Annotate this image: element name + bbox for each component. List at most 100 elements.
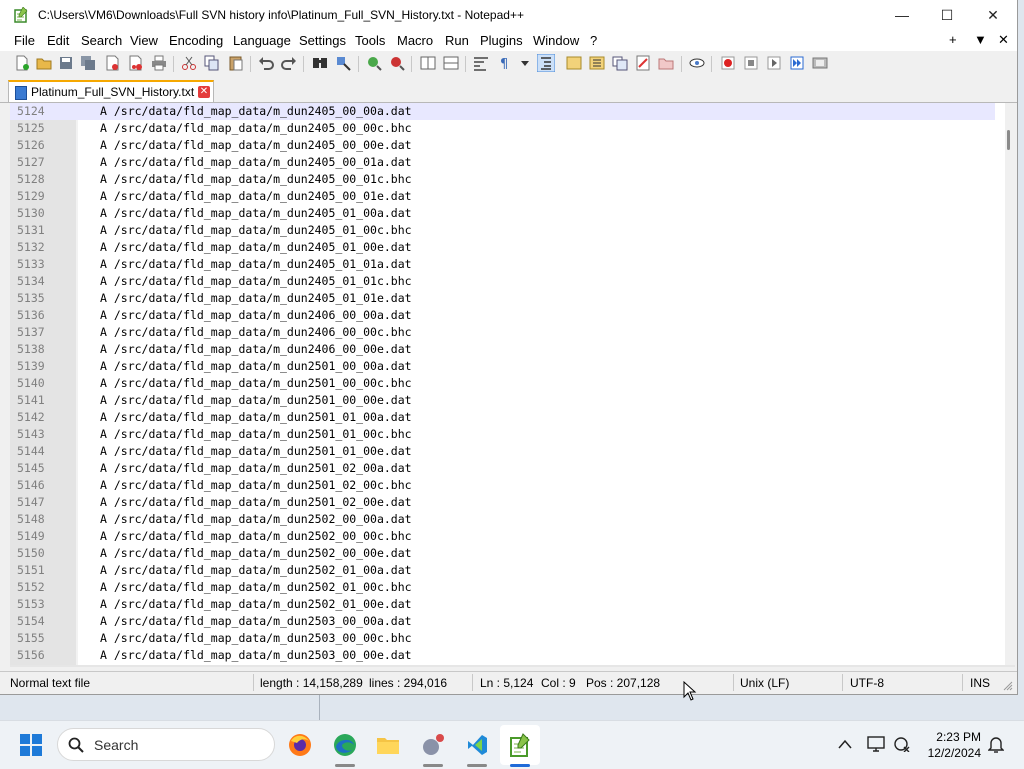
document-tab[interactable]: Platinum_Full_SVN_History.txt ✕: [8, 80, 214, 102]
editor-line[interactable]: 5148 A /src/data/fld_map_data/m_dun2502_0…: [10, 511, 995, 528]
menu-macro[interactable]: Macro: [397, 33, 433, 48]
sync-horizontal-icon[interactable]: [443, 55, 459, 71]
new-file-icon[interactable]: [14, 55, 30, 71]
undo-icon[interactable]: [258, 55, 274, 71]
zoom-in-icon[interactable]: [366, 55, 382, 71]
maximize-button[interactable]: ☐: [924, 0, 970, 31]
line-text[interactable]: A /src/data/fld_map_data/m_dun2502_01_00…: [100, 579, 412, 596]
notification-bell-icon[interactable]: [988, 736, 1004, 754]
doc-map-icon[interactable]: [566, 55, 582, 71]
sync-vertical-icon[interactable]: [420, 55, 436, 71]
line-text[interactable]: A /src/data/fld_map_data/m_dun2405_01_00…: [100, 205, 412, 222]
windows-start-icon[interactable]: [20, 734, 42, 756]
line-text[interactable]: A /src/data/fld_map_data/m_dun2501_00_00…: [100, 375, 412, 392]
clock-time[interactable]: 2:23 PM: [925, 730, 981, 744]
line-text[interactable]: A /src/data/fld_map_data/m_dun2405_00_00…: [100, 137, 412, 154]
minimize-button[interactable]: —: [879, 0, 925, 31]
editor-line[interactable]: 5133 A /src/data/fld_map_data/m_dun2405_0…: [10, 256, 995, 273]
folder-as-workspace-icon[interactable]: [658, 55, 674, 71]
save-macro-icon[interactable]: [812, 55, 828, 71]
replace-icon[interactable]: [336, 55, 352, 71]
editor-line[interactable]: 5149 A /src/data/fld_map_data/m_dun2502_0…: [10, 528, 995, 545]
line-text[interactable]: A /src/data/fld_map_data/m_dun2405_00_01…: [100, 188, 412, 205]
editor-current-line[interactable]: 5124 A /src/data/fld_map_data/m_dun2405_0…: [10, 103, 995, 120]
notepadpp-taskbar-icon[interactable]: [508, 733, 532, 757]
close-file-icon[interactable]: [104, 55, 120, 71]
editor-line[interactable]: 5145 A /src/data/fld_map_data/m_dun2501_0…: [10, 460, 995, 477]
function-list-icon[interactable]: [589, 55, 605, 71]
editor-line[interactable]: 5125 A /src/data/fld_map_data/m_dun2405_0…: [10, 120, 995, 137]
dropdown-arrow-icon[interactable]: [517, 55, 533, 71]
menu-edit[interactable]: Edit: [47, 33, 69, 48]
editor-line[interactable]: 5132 A /src/data/fld_map_data/m_dun2405_0…: [10, 239, 995, 256]
menu-language[interactable]: Language: [233, 33, 291, 48]
line-text[interactable]: A /src/data/fld_map_data/m_dun2405_00_01…: [100, 154, 412, 171]
line-text[interactable]: A /src/data/fld_map_data/m_dun2501_00_00…: [100, 358, 412, 375]
status-line-number[interactable]: Ln : 5,124: [480, 676, 533, 690]
close-button[interactable]: ✕: [970, 0, 1016, 31]
save-all-icon[interactable]: [80, 55, 96, 71]
line-text[interactable]: A /src/data/fld_map_data/m_dun2406_00_00…: [100, 341, 412, 358]
menu-encoding[interactable]: Encoding: [169, 33, 223, 48]
editor-line[interactable]: 5142 A /src/data/fld_map_data/m_dun2501_0…: [10, 409, 995, 426]
record-macro-icon[interactable]: [720, 55, 736, 71]
visual-studio-code-icon[interactable]: [465, 733, 489, 757]
status-eol[interactable]: Unix (LF): [740, 676, 789, 690]
editor-line[interactable]: 5137 A /src/data/fld_map_data/m_dun2406_0…: [10, 324, 995, 341]
line-text[interactable]: A /src/data/fld_map_data/m_dun2501_00_00…: [100, 392, 412, 409]
tab-close-icon[interactable]: ✕: [198, 86, 210, 98]
editor-line[interactable]: 5135 A /src/data/fld_map_data/m_dun2405_0…: [10, 290, 995, 307]
line-text[interactable]: A /src/data/fld_map_data/m_dun2405_01_01…: [100, 256, 412, 273]
editor-line[interactable]: 5141 A /src/data/fld_map_data/m_dun2501_0…: [10, 392, 995, 409]
vertical-scrollbar[interactable]: [1005, 103, 1015, 665]
indent-guide-icon[interactable]: [537, 54, 555, 72]
editor-pane[interactable]: 5124 A /src/data/fld_map_data/m_dun2405_0…: [10, 103, 1015, 665]
editor-line[interactable]: 5143 A /src/data/fld_map_data/m_dun2501_0…: [10, 426, 995, 443]
line-text[interactable]: A /src/data/fld_map_data/m_dun2405_01_01…: [100, 273, 412, 290]
editor-line[interactable]: 5129 A /src/data/fld_map_data/m_dun2405_0…: [10, 188, 995, 205]
redo-icon[interactable]: [281, 55, 297, 71]
print-icon[interactable]: [151, 55, 167, 71]
play-macro-icon[interactable]: [766, 55, 782, 71]
file-explorer-icon[interactable]: [376, 733, 400, 757]
line-text[interactable]: A /src/data/fld_map_data/m_dun2405_01_00…: [100, 222, 412, 239]
line-text[interactable]: A /src/data/fld_map_data/m_dun2503_00_00…: [100, 647, 412, 664]
game-app-icon[interactable]: [421, 733, 445, 757]
copy-icon[interactable]: [204, 55, 220, 71]
editor-line[interactable]: 5155 A /src/data/fld_map_data/m_dun2503_0…: [10, 630, 995, 647]
status-encoding[interactable]: UTF-8: [850, 676, 884, 690]
editor-line[interactable]: 5126 A /src/data/fld_map_data/m_dun2405_0…: [10, 137, 995, 154]
editor-line[interactable]: 5140 A /src/data/fld_map_data/m_dun2501_0…: [10, 375, 995, 392]
editor-line[interactable]: 5146 A /src/data/fld_map_data/m_dun2501_0…: [10, 477, 995, 494]
cut-icon[interactable]: [181, 55, 197, 71]
line-text[interactable]: A /src/data/fld_map_data/m_dun2501_01_00…: [100, 426, 412, 443]
line-text[interactable]: A /src/data/fld_map_data/m_dun2405_00_01…: [100, 171, 412, 188]
editor-line[interactable]: 5134 A /src/data/fld_map_data/m_dun2405_0…: [10, 273, 995, 290]
editor-line[interactable]: 5139 A /src/data/fld_map_data/m_dun2501_0…: [10, 358, 995, 375]
line-text[interactable]: A /src/data/fld_map_data/m_dun2405_00_00…: [100, 120, 412, 137]
editor-line[interactable]: 5131 A /src/data/fld_map_data/m_dun2405_0…: [10, 222, 995, 239]
menu-help[interactable]: ?: [590, 33, 597, 48]
tab-list-dropdown-icon[interactable]: ▼: [974, 32, 987, 47]
status-insert-mode[interactable]: INS: [970, 676, 990, 690]
line-text[interactable]: A /src/data/fld_map_data/m_dun2501_02_00…: [100, 477, 412, 494]
line-text[interactable]: A /src/data/fld_map_data/m_dun2501_02_00…: [100, 460, 412, 477]
open-folder-icon[interactable]: [36, 55, 52, 71]
find-icon[interactable]: [312, 55, 328, 71]
show-all-chars-icon[interactable]: ¶: [497, 55, 513, 71]
firefox-icon[interactable]: [288, 733, 312, 757]
menu-view[interactable]: View: [130, 33, 158, 48]
scrollbar-thumb[interactable]: [1007, 130, 1010, 150]
line-text[interactable]: A /src/data/fld_map_data/m_dun2501_02_00…: [100, 494, 412, 511]
folder-workspace-icon[interactable]: [612, 55, 628, 71]
editor-line[interactable]: 5156 A /src/data/fld_map_data/m_dun2503_0…: [10, 647, 995, 664]
run-macro-multiple-icon[interactable]: [789, 55, 805, 71]
line-text[interactable]: A /src/data/fld_map_data/m_dun2503_00_00…: [100, 630, 412, 647]
status-position[interactable]: Pos : 207,128: [586, 676, 660, 690]
horizontal-scrollbar[interactable]: [10, 665, 1015, 667]
save-icon[interactable]: [58, 55, 74, 71]
menu-window[interactable]: Window: [533, 33, 579, 48]
editor-line[interactable]: 5147 A /src/data/fld_map_data/m_dun2501_0…: [10, 494, 995, 511]
line-text[interactable]: A /src/data/fld_map_data/m_dun2503_00_00…: [100, 613, 412, 630]
chevron-up-icon[interactable]: [838, 739, 852, 749]
